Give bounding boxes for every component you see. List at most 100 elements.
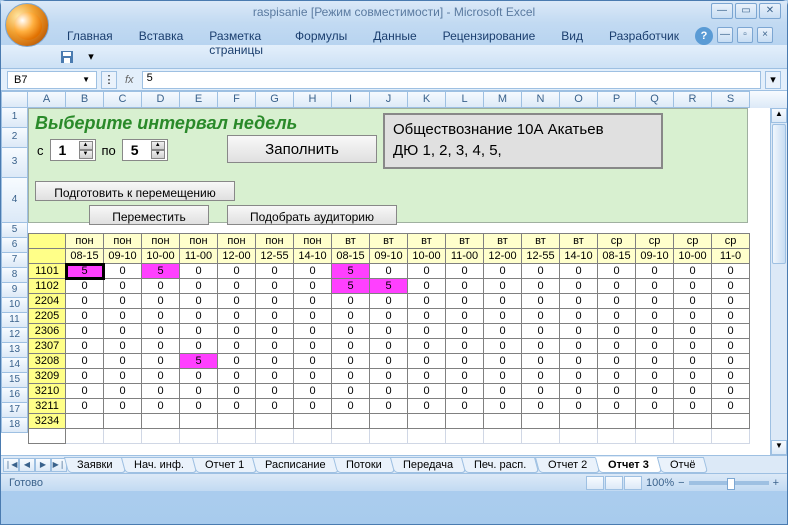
cell[interactable]: 0 <box>674 339 712 354</box>
cell[interactable]: 0 <box>598 354 636 369</box>
cell[interactable]: 0 <box>560 399 598 414</box>
cell[interactable] <box>370 414 408 429</box>
cell[interactable]: 0 <box>142 324 180 339</box>
cell[interactable]: 0 <box>408 279 446 294</box>
scroll-down-icon[interactable]: ▼ <box>771 440 787 455</box>
cell[interactable]: 0 <box>104 384 142 399</box>
cell[interactable]: 0 <box>104 324 142 339</box>
cell[interactable]: 0 <box>66 294 104 309</box>
cell[interactable]: 0 <box>712 369 750 384</box>
save-icon[interactable] <box>57 47 77 67</box>
sheet-tab[interactable]: Отчет 2 <box>535 457 601 473</box>
cell[interactable]: 0 <box>332 399 370 414</box>
cell[interactable]: 0 <box>674 309 712 324</box>
cell[interactable]: 0 <box>180 399 218 414</box>
cell[interactable]: 0 <box>332 309 370 324</box>
ribbon-tab-6[interactable]: Вид <box>551 27 593 45</box>
zoom-out-icon[interactable]: − <box>678 477 684 489</box>
cell[interactable]: 0 <box>142 399 180 414</box>
cell[interactable]: 0 <box>712 399 750 414</box>
cell[interactable]: 0 <box>560 264 598 279</box>
cell[interactable]: 0 <box>294 264 332 279</box>
row-header[interactable]: 4 <box>1 178 28 223</box>
scroll-thumb[interactable] <box>772 124 786 264</box>
cell[interactable]: 0 <box>636 354 674 369</box>
cell[interactable]: 0 <box>712 324 750 339</box>
cell[interactable]: 0 <box>218 399 256 414</box>
row-header[interactable]: 10 <box>1 298 28 313</box>
cell[interactable]: 0 <box>142 354 180 369</box>
col-header[interactable]: Q <box>636 91 674 108</box>
col-header[interactable]: J <box>370 91 408 108</box>
col-header[interactable]: H <box>294 91 332 108</box>
cell[interactable]: 0 <box>370 294 408 309</box>
row-header[interactable]: 15 <box>1 373 28 388</box>
cell[interactable] <box>598 414 636 429</box>
cell[interactable] <box>712 414 750 429</box>
cell[interactable] <box>446 414 484 429</box>
cell[interactable]: 0 <box>104 354 142 369</box>
cell[interactable]: 0 <box>66 354 104 369</box>
cell[interactable]: 0 <box>332 324 370 339</box>
cell[interactable]: 0 <box>598 309 636 324</box>
view-layout-icon[interactable] <box>605 476 623 490</box>
cell[interactable]: 0 <box>408 354 446 369</box>
cell[interactable]: 0 <box>180 384 218 399</box>
cell[interactable]: 0 <box>294 354 332 369</box>
cell[interactable]: 0 <box>256 354 294 369</box>
vertical-scrollbar[interactable]: ▲ ▼ <box>770 108 787 455</box>
move-button[interactable]: Переместить <box>89 205 209 225</box>
tab-nav-first-icon[interactable]: ❘◀ <box>3 458 19 472</box>
cell[interactable] <box>294 414 332 429</box>
sheet-tab[interactable]: Заявки <box>64 457 126 473</box>
cell[interactable]: 0 <box>598 384 636 399</box>
cell[interactable]: 5 <box>332 279 370 294</box>
row-header[interactable]: 8 <box>1 268 28 283</box>
row-header[interactable]: 17 <box>1 403 28 418</box>
cell[interactable]: 0 <box>256 309 294 324</box>
cell[interactable]: 0 <box>370 324 408 339</box>
cell[interactable]: 0 <box>560 339 598 354</box>
cell[interactable]: 0 <box>370 384 408 399</box>
ribbon-tab-4[interactable]: Данные <box>363 27 426 45</box>
cell[interactable]: 0 <box>256 399 294 414</box>
cell[interactable]: 0 <box>636 384 674 399</box>
cell[interactable]: 0 <box>446 354 484 369</box>
cell[interactable]: 0 <box>218 279 256 294</box>
cell[interactable] <box>180 414 218 429</box>
office-button[interactable] <box>5 3 49 47</box>
scroll-up-icon[interactable]: ▲ <box>771 108 787 123</box>
cell[interactable]: 0 <box>218 384 256 399</box>
cell[interactable]: 0 <box>484 339 522 354</box>
cell[interactable]: 0 <box>180 324 218 339</box>
cell[interactable]: 0 <box>104 339 142 354</box>
cell[interactable]: 0 <box>294 324 332 339</box>
cell[interactable]: 0 <box>522 264 560 279</box>
cell[interactable]: 0 <box>446 294 484 309</box>
cell[interactable]: 0 <box>484 279 522 294</box>
cell[interactable]: 0 <box>446 339 484 354</box>
cell[interactable]: 0 <box>256 264 294 279</box>
cell[interactable]: 0 <box>484 264 522 279</box>
cell[interactable]: 0 <box>294 279 332 294</box>
ribbon-tab-2[interactable]: Разметка страницы <box>199 27 279 45</box>
spin-down-icon[interactable]: ▼ <box>151 150 165 159</box>
name-box[interactable]: B7 ▼ <box>7 71 97 89</box>
prepare-move-button[interactable]: Подготовить к перемещению <box>35 181 235 201</box>
cell[interactable]: 0 <box>218 354 256 369</box>
cell[interactable]: 0 <box>408 309 446 324</box>
sheet-content[interactable]: Выберите интервал недель с 1 ▲▼ по 5 ▲▼ <box>28 108 787 491</box>
cell[interactable]: 0 <box>674 294 712 309</box>
help-button[interactable]: ? <box>695 27 713 45</box>
cell[interactable] <box>408 414 446 429</box>
cell[interactable]: 0 <box>712 264 750 279</box>
cell[interactable]: 0 <box>446 279 484 294</box>
cell[interactable]: 0 <box>636 324 674 339</box>
cell[interactable] <box>560 414 598 429</box>
cell[interactable]: 0 <box>674 324 712 339</box>
cell[interactable] <box>522 414 560 429</box>
row-header[interactable]: 18 <box>1 418 28 433</box>
cell[interactable]: 0 <box>294 384 332 399</box>
cell[interactable]: 0 <box>674 264 712 279</box>
cell[interactable]: 0 <box>712 279 750 294</box>
